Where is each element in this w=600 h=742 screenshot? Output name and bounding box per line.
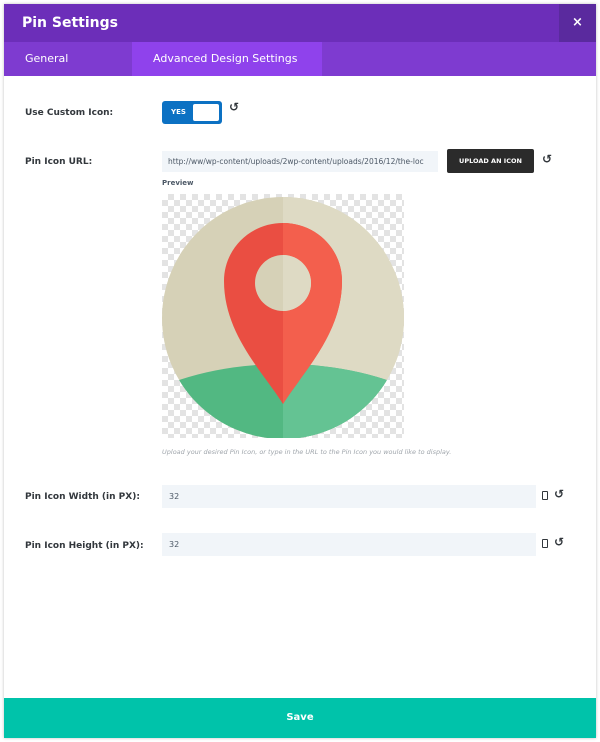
tab-label: Advanced Design Settings: [153, 52, 298, 65]
reset-icon[interactable]: ↺: [554, 487, 564, 501]
location-pin-icon: [162, 197, 404, 438]
tab-advanced-design-settings[interactable]: Advanced Design Settings ↺: [132, 42, 322, 100]
toggle-state-label: YES: [171, 108, 186, 116]
pin-icon-width-input[interactable]: 32: [162, 485, 536, 508]
tab-general-settings[interactable]: General Settings: [4, 42, 132, 99]
mobile-device-icon[interactable]: [542, 491, 548, 500]
modal-header: Pin Settings ×: [4, 4, 596, 42]
pin-icon-url-label: Pin Icon URL:: [25, 157, 93, 167]
use-custom-icon-toggle[interactable]: YES: [162, 101, 222, 124]
pin-icon-url-input[interactable]: http://ww/wp-content/uploads/2wp-content…: [162, 151, 438, 172]
save-button[interactable]: Save: [4, 698, 596, 738]
mobile-device-icon[interactable]: [542, 539, 548, 548]
upload-icon-button[interactable]: UPLOAD AN ICON: [447, 149, 534, 173]
preview-label: Preview: [162, 179, 194, 187]
pin-icon-height-input[interactable]: 32: [162, 533, 536, 556]
pin-icon-width-label: Pin Icon Width (in PX):: [25, 492, 140, 502]
pin-icon-height-label: Pin Icon Height (in PX):: [25, 541, 144, 551]
icon-preview: [162, 194, 404, 438]
close-button[interactable]: ×: [559, 4, 596, 42]
tab-bar: General Settings Advanced Design Setting…: [4, 42, 596, 100]
modal-title: Pin Settings: [22, 15, 118, 31]
pin-icon-description: Upload your desired Pin Icon, or type in…: [162, 448, 452, 456]
reset-icon[interactable]: ↺: [542, 152, 552, 166]
toggle-knob: [193, 104, 219, 121]
reset-icon[interactable]: ↺: [229, 100, 239, 114]
pin-settings-modal: Pin Settings × General Settings Advanced…: [4, 4, 596, 738]
reset-icon[interactable]: ↺: [554, 535, 564, 549]
tab-label: General Settings: [25, 52, 71, 99]
use-custom-icon-label: Use Custom Icon:: [25, 108, 114, 118]
